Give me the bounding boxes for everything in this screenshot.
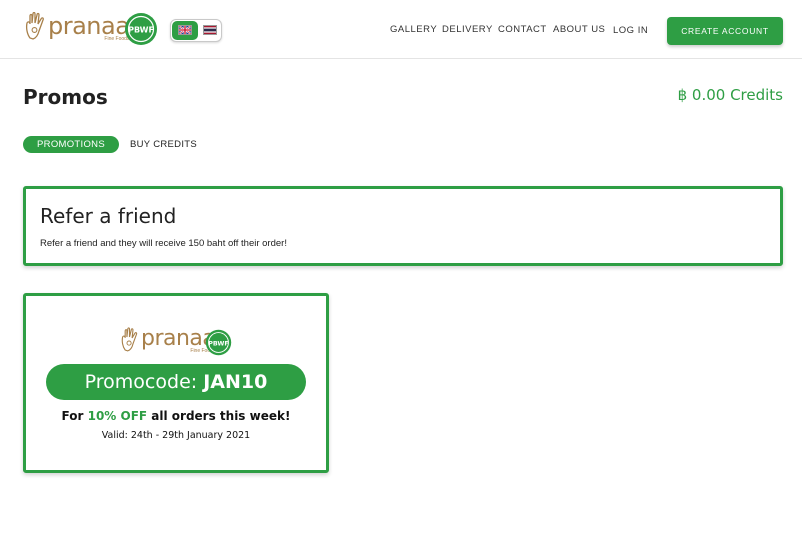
pbwf-badge-icon: PBWF [205,329,232,356]
tab-promotions[interactable]: PROMOTIONS [23,136,119,153]
promo-badge-text: PBWF [208,340,228,347]
nav-gallery-link[interactable]: GALLERY [390,24,437,35]
promo-code-label: Promocode: [84,371,198,393]
promo-brand-logo: pranaa Fine Foods [120,327,216,354]
page-title: Promos [23,85,108,109]
promo-offer-highlight: 10% OFF [87,409,148,423]
promo-code-value: JAN10 [203,371,268,393]
hand-logo-icon [25,12,44,40]
promo-code-pill: Promocode: JAN10 [46,364,306,400]
language-switcher[interactable] [170,19,222,42]
promo-offer-suffix: all orders this week! [151,409,291,423]
nav-contact-link[interactable]: CONTACT [498,24,547,35]
promo-offer-prefix: For [61,409,84,423]
promo-offer-line: For 10% OFF all orders this week! [26,409,326,423]
thailand-flag-icon[interactable] [203,25,217,35]
refer-a-friend-card[interactable]: Refer a friend Refer a friend and they w… [23,186,783,266]
nav-delivery-link[interactable]: DELIVERY [442,24,493,35]
uk-flag-icon[interactable] [178,25,192,35]
nav-login-link[interactable]: LOG IN [613,25,648,36]
nav-about-us-link[interactable]: ABOUT US [553,24,605,35]
site-header: pranaa Fine Foods PBWF GALLERY DELIVERY … [0,0,802,59]
badge-text: PBWF [128,26,154,35]
promo-code-card[interactable]: pranaa Fine Foods PBWF Promocode: JAN10 … [23,293,329,473]
brand-logo[interactable]: pranaa Fine Foods [24,12,130,42]
create-account-button[interactable]: CREATE ACCOUNT [667,17,783,45]
refer-title: Refer a friend [40,204,177,228]
credits-balance: ฿ 0.00 Credits [677,86,783,104]
refer-description: Refer a friend and they will receive 150… [40,238,287,249]
promo-valid-dates: Valid: 24th - 29th January 2021 [101,430,251,441]
hand-logo-icon [121,327,138,352]
tab-buy-credits[interactable]: BUY CREDITS [130,139,197,150]
pbwf-badge-icon: PBWF [125,13,157,45]
